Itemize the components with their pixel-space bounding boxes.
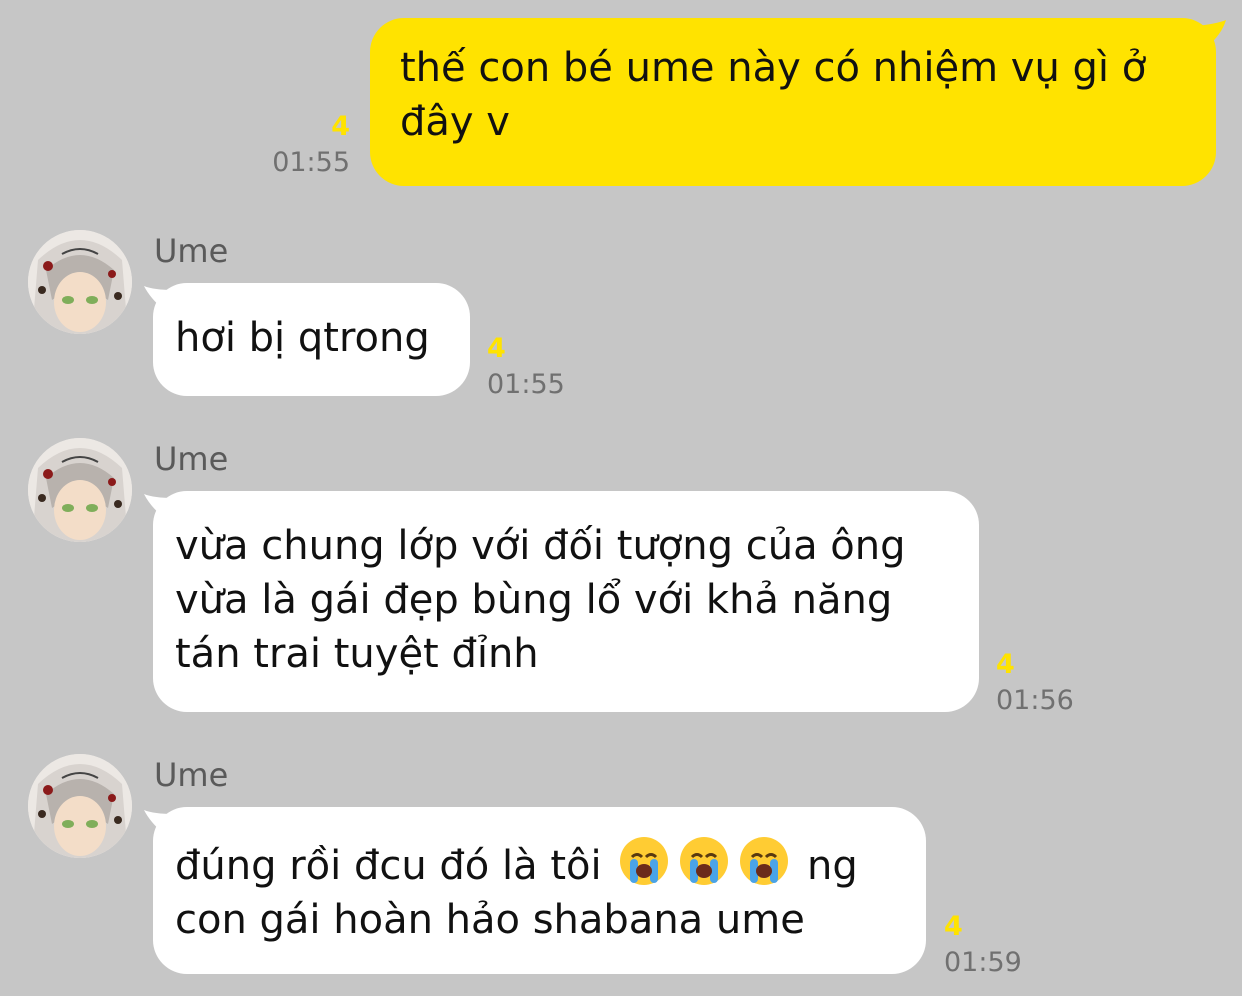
unread-count: 4 xyxy=(944,911,963,942)
avatar-image xyxy=(28,754,132,858)
message-bubble[interactable]: hơi bị qtrong xyxy=(153,283,470,396)
avatar[interactable] xyxy=(28,230,132,334)
message-text: ng xyxy=(807,843,858,889)
sender-name: Ume xyxy=(154,756,229,794)
unread-count: 4 xyxy=(487,333,506,364)
message-line: con gái hoàn hảo shabana ume xyxy=(175,897,805,943)
message-line: đúng rồi đcu đó là tôi ng xyxy=(175,835,902,893)
crying-face-icon xyxy=(620,837,669,885)
timestamp: 01:55 xyxy=(272,147,350,178)
message-text: đúng rồi đcu đó là tôi xyxy=(175,843,602,889)
message-bubble[interactable]: đúng rồi đcu đó là tôi ng con gái hoàn h… xyxy=(153,807,926,974)
timestamp: 01:56 xyxy=(996,685,1074,716)
sender-name: Ume xyxy=(154,232,229,270)
unread-count: 4 xyxy=(996,649,1015,680)
crying-face-icon xyxy=(740,837,789,885)
message-meta: 4 01:55 xyxy=(240,112,350,178)
message-bubble[interactable]: thế con bé ume này có nhiệm vụ gì ở đây … xyxy=(370,18,1216,186)
message-meta: 4 01:55 xyxy=(487,334,565,400)
timestamp: 01:59 xyxy=(944,947,1022,978)
unread-count: 4 xyxy=(331,111,350,142)
message-bubble[interactable]: vừa chung lớp với đối tượng của ông vừa … xyxy=(153,491,979,712)
crying-face-icon xyxy=(680,837,729,885)
message-meta: 4 01:59 xyxy=(944,912,1022,978)
avatar[interactable] xyxy=(28,438,132,542)
avatar[interactable] xyxy=(28,754,132,858)
avatar-image xyxy=(28,438,132,542)
avatar-image xyxy=(28,230,132,334)
sender-name: Ume xyxy=(154,440,229,478)
timestamp: 01:55 xyxy=(487,369,565,400)
message-meta: 4 01:56 xyxy=(996,650,1074,716)
